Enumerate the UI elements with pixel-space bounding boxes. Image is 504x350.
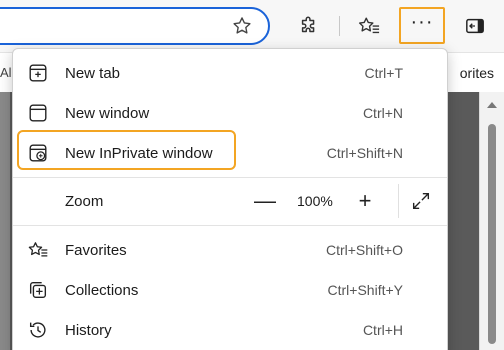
zoom-label: Zoom (65, 192, 104, 210)
collections-icon (27, 279, 49, 301)
menu-item-label: New window (65, 104, 150, 122)
more-icon: ··· (410, 10, 434, 33)
menu-item-new-window[interactable]: New window Ctrl+N (13, 94, 447, 132)
menu-item-favorites[interactable]: Favorites Ctrl+Shift+O (13, 231, 447, 269)
new-tab-icon (27, 62, 49, 84)
menu-item-shortcut: Ctrl+Shift+Y (327, 282, 403, 298)
history-icon (27, 319, 49, 341)
settings-menu: New tab Ctrl+T New window Ctrl+N New InP… (12, 48, 448, 350)
zoom-out-button[interactable]: — (250, 186, 280, 216)
menu-item-history[interactable]: History Ctrl+H (13, 311, 447, 349)
add-favorite-button[interactable] (228, 12, 256, 40)
menu-item-collections[interactable]: Collections Ctrl+Shift+Y (13, 271, 447, 309)
browser-window: Al orites ··· New tab Ctrl+T New window … (0, 0, 504, 350)
favorites-bar-left-fragment[interactable]: Al (0, 65, 12, 80)
favorites-button[interactable] (352, 10, 386, 42)
menu-item-label: Favorites (65, 241, 127, 259)
menu-item-shortcut: Ctrl+Shift+N (326, 145, 403, 161)
menu-item-label: History (65, 321, 112, 339)
menu-divider (13, 177, 447, 178)
menu-item-shortcut: Ctrl+H (362, 322, 403, 338)
zoom-separator (398, 184, 399, 218)
sidebar-toggle-button[interactable] (460, 12, 490, 40)
new-window-icon (27, 102, 49, 124)
scroll-thumb[interactable] (488, 124, 496, 344)
favorites-icon (27, 239, 49, 261)
menu-item-shortcut: Ctrl+T (364, 65, 404, 81)
menu-item-shortcut: Ctrl+N (362, 105, 403, 121)
menu-item-label: Collections (65, 281, 139, 299)
favorites-icon (358, 17, 380, 34)
zoom-in-button[interactable]: + (350, 186, 380, 216)
fullscreen-button[interactable] (408, 188, 434, 214)
page-scrollbar[interactable] (479, 92, 504, 350)
menu-item-new-tab[interactable]: New tab Ctrl+T (13, 54, 447, 92)
scroll-up-arrow[interactable] (487, 102, 497, 108)
browser-toolbar: ··· (0, 0, 504, 52)
extensions-button[interactable] (292, 10, 326, 42)
settings-and-more-button[interactable]: ··· (399, 7, 445, 44)
inprivate-highlight-frame (17, 130, 236, 170)
extensions-icon (301, 16, 315, 33)
zoom-level: 100% (297, 193, 333, 209)
favorites-bar-right-fragment[interactable]: orites (460, 65, 494, 81)
zoom-control: Zoom — 100% + (13, 182, 447, 220)
expand-icon (412, 192, 430, 210)
star-icon (233, 17, 251, 34)
page-content-edge (0, 92, 10, 350)
menu-item-label: New tab (65, 64, 121, 82)
sidebar-icon (466, 18, 484, 34)
toolbar-separator (339, 16, 340, 36)
menu-item-shortcut: Ctrl+Shift+O (325, 242, 403, 258)
menu-divider (13, 225, 447, 226)
